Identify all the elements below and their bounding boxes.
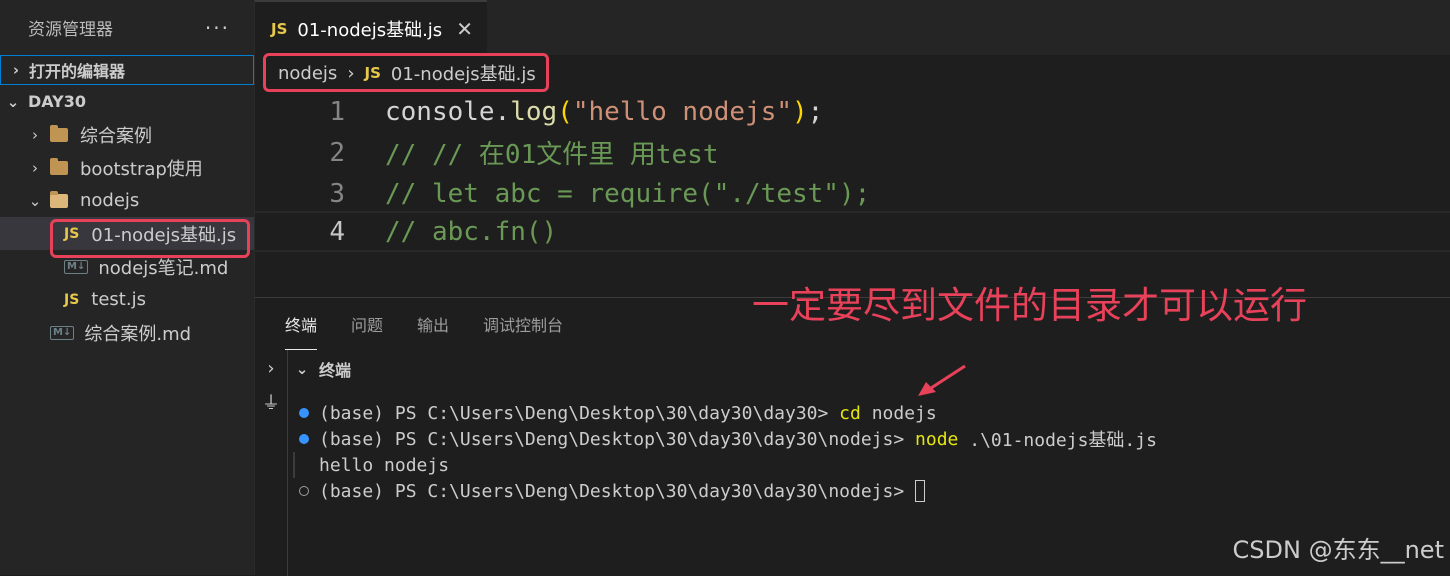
tree-item-file[interactable]: JS 01-nodejs基础.js — [0, 217, 254, 250]
terminal-line: (base) PS C:\Users\Deng\Desktop\30\day30… — [299, 478, 1157, 504]
editor-tab-active[interactable]: JS 01-nodejs基础.js ✕ — [255, 0, 487, 55]
js-file-icon: JS — [364, 64, 381, 82]
terminal-line: hello nodejs — [293, 452, 1157, 478]
panel-side-toolbar: › ⏚ — [255, 350, 288, 576]
annotation-text: 一定要尽到文件的目录才可以运行 — [752, 284, 1307, 327]
code-editor[interactable]: 1 console.log("hello nodejs"); 2 // // 在… — [255, 91, 1450, 296]
folder-icon — [50, 124, 68, 142]
code-comment: // // 在01文件里 用test — [385, 140, 719, 170]
tab-problems[interactable]: 问题 — [351, 298, 383, 350]
tree-item-label: test.js — [91, 289, 146, 310]
tree-item-file[interactable]: M↓ 综合案例.md — [0, 316, 254, 349]
line-number: 3 — [329, 178, 345, 209]
chevron-right-icon: › — [347, 62, 355, 84]
annotation-arrow-icon — [918, 364, 966, 396]
tree-item-label: nodejs笔记.md — [98, 257, 229, 279]
chevron-down-icon: ⌄ — [28, 191, 42, 210]
code-line: 1 console.log("hello nodejs"); — [255, 91, 1450, 132]
breadcrumb-folder[interactable]: nodejs — [278, 63, 337, 84]
tree-item-label: 01-nodejs基础.js — [91, 224, 237, 246]
terminal-line: (base) PS C:\Users\Deng\Desktop\30\day30… — [299, 426, 1157, 452]
tree-item-label: bootstrap使用 — [80, 158, 203, 180]
explorer-sidebar: 资源管理器 ··· › 打开的编辑器 ⌄ DAY30 › 综合案例 › boot… — [0, 0, 255, 575]
code-comment: // abc.fn() — [385, 216, 558, 247]
breadcrumb-file[interactable]: 01-nodejs基础.js — [391, 60, 536, 86]
open-editors-label: 打开的编辑器 — [29, 62, 126, 81]
terminal-title: 终端 — [319, 361, 352, 380]
code-line: 2 // // 在01文件里 用test — [255, 132, 1450, 173]
tree-item-label: nodejs — [80, 190, 140, 211]
code-line-current: 4 // abc.fn() — [255, 211, 1450, 252]
js-file-icon: JS — [271, 19, 288, 38]
code-line: 3 // let abc = require("./test"); — [255, 173, 1450, 214]
tab-output[interactable]: 输出 — [417, 298, 449, 350]
breadcrumb: nodejs › JS 01-nodejs基础.js — [264, 55, 550, 91]
markdown-file-icon: M↓ — [64, 259, 89, 274]
tree-item-folder-open[interactable]: ⌄ nodejs — [0, 184, 254, 217]
terminal-output[interactable]: (base) PS C:\Users\Deng\Desktop\30\day30… — [293, 400, 1157, 504]
chevron-right-icon: › — [12, 61, 20, 79]
tree-item-folder[interactable]: › bootstrap使用 — [0, 151, 254, 184]
line-number: 4 — [329, 216, 345, 247]
terminal-line: (base) PS C:\Users\Deng\Desktop\30\day30… — [299, 400, 1157, 426]
chevron-down-icon: ⌄ — [295, 360, 309, 378]
markdown-file-icon: M↓ — [50, 325, 75, 340]
command-success-icon — [299, 434, 309, 444]
terminal-cursor — [915, 480, 926, 502]
plug-icon[interactable]: ⏚ — [262, 389, 280, 415]
editor-tab-bar: JS 01-nodejs基础.js ✕ — [255, 0, 1450, 55]
line-number: 1 — [329, 96, 345, 127]
tab-label: 01-nodejs基础.js — [297, 19, 443, 41]
watermark: CSDN @东东__net — [1232, 536, 1444, 564]
folder-icon — [50, 157, 68, 175]
explorer-title: 资源管理器 — [28, 20, 113, 40]
code-comment: // let abc = require("./test"); — [385, 178, 871, 209]
tree-item-label: 综合案例.md — [84, 323, 192, 345]
tree-item-folder[interactable]: › 综合案例 — [0, 118, 254, 151]
chevron-right-icon: › — [32, 158, 38, 177]
continuation-bar — [293, 452, 295, 478]
folder-open-icon — [50, 190, 68, 208]
explorer-header: 资源管理器 ··· — [0, 0, 254, 55]
open-editors-section[interactable]: › 打开的编辑器 — [0, 55, 254, 85]
tree-item-file[interactable]: JS test.js — [0, 283, 254, 316]
close-icon[interactable]: ✕ — [456, 17, 473, 41]
js-file-icon: JS — [64, 291, 80, 308]
line-number: 2 — [329, 137, 345, 168]
command-pending-icon — [299, 486, 309, 496]
more-actions-icon[interactable]: ··· — [205, 16, 230, 40]
chevron-right-icon: › — [32, 125, 38, 144]
workspace-root-label: DAY30 — [28, 92, 86, 111]
workspace-root[interactable]: ⌄ DAY30 — [0, 85, 254, 118]
tab-terminal[interactable]: 终端 — [285, 298, 318, 350]
terminal-header[interactable]: ⌄ 终端 — [295, 354, 351, 384]
js-file-icon: JS — [64, 225, 80, 242]
tree-item-label: 综合案例 — [80, 125, 152, 147]
command-success-icon — [299, 408, 309, 418]
tab-debug-console[interactable]: 调试控制台 — [483, 298, 563, 350]
tree-item-file[interactable]: M↓ nodejs笔记.md — [0, 250, 254, 283]
chevron-down-icon: ⌄ — [6, 92, 20, 111]
code-text: console.log("hello nodejs"); — [385, 96, 824, 127]
chevron-right-icon[interactable]: › — [267, 358, 274, 379]
